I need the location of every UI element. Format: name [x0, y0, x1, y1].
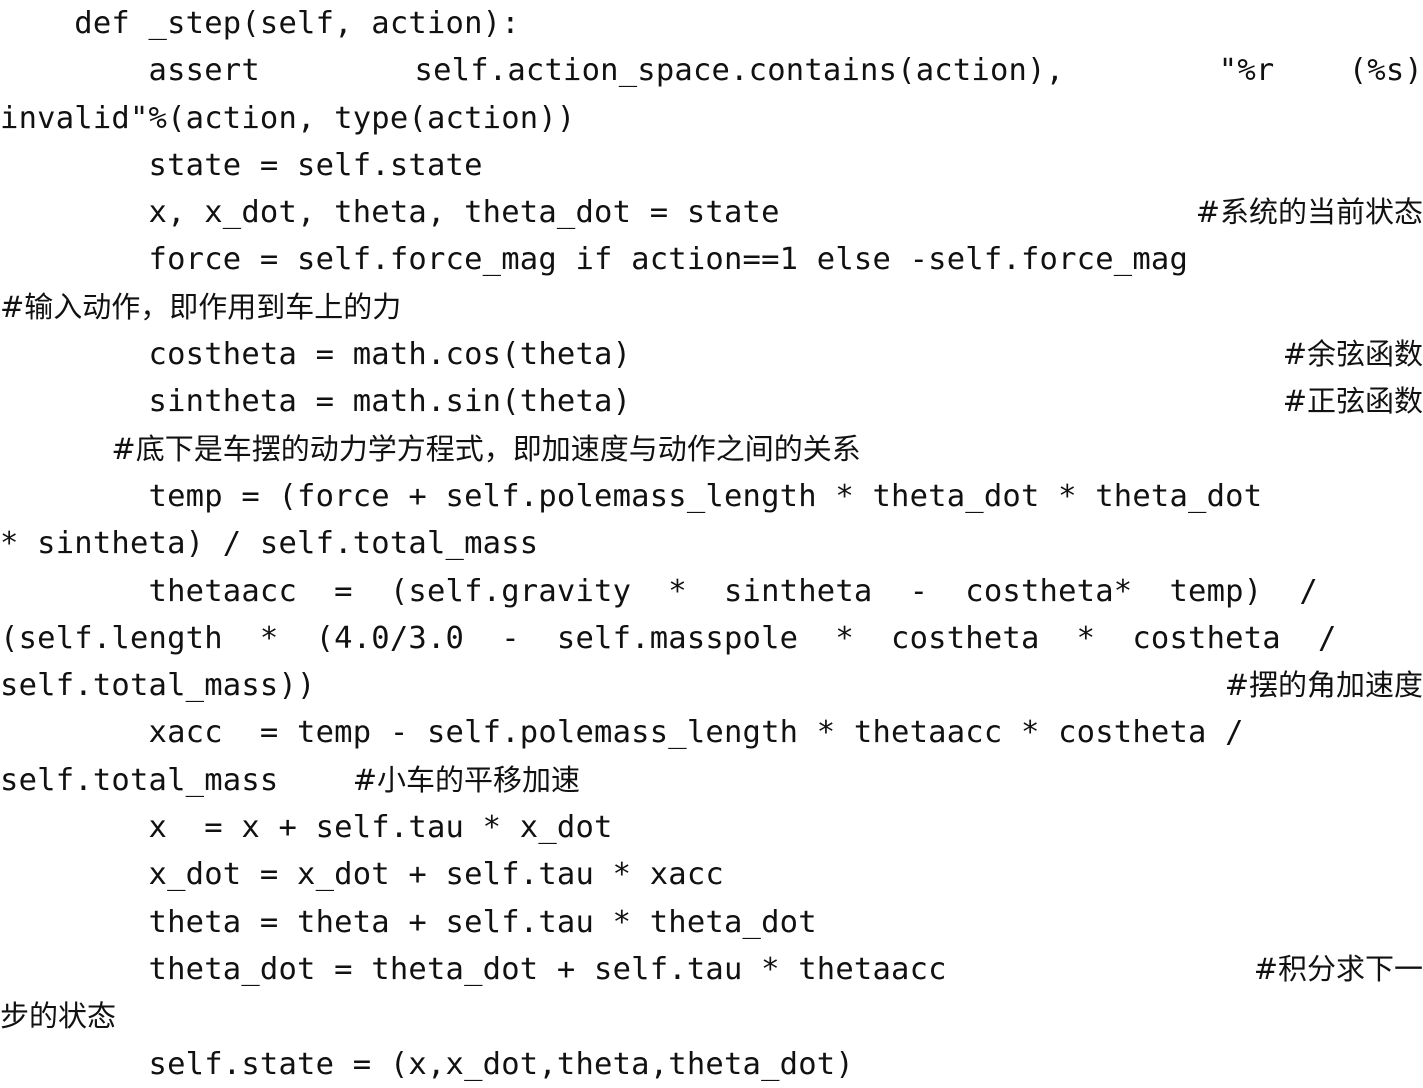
code-text: invalid"%(action, type(action)) [0, 100, 576, 136]
code-line: state = self.state [0, 142, 1423, 189]
code-comment: #正弦函数 [1282, 384, 1423, 419]
code-line: x, x_dot, theta, theta_dot = state #系统的当前… [0, 189, 1423, 236]
code-text: "%r (%s) [1218, 53, 1423, 89]
code-line: theta_dot = theta_dot + self.tau * theta… [0, 946, 1423, 993]
code-text: (self.length * (4.0/3.0 - self.masspole … [0, 620, 1337, 656]
code-line: #输入动作，即作用到车上的力 [0, 284, 1423, 331]
code-text: force = self.force_mag if action==1 else… [148, 242, 1189, 278]
code-line: def _step(self, action): [0, 0, 1423, 47]
code-text: self.total_mass)) [0, 668, 316, 704]
code-line: self.total_mass #小车的平移加速 [0, 757, 1423, 804]
code-text: state = self.state [148, 147, 483, 183]
code-text: * sintheta) / self.total_mass [0, 526, 539, 562]
code-text: def _step(self, action): [74, 6, 520, 41]
code-text: theta = theta + self.tau * theta_dot [148, 904, 817, 940]
code-text: self.state = (x,x_dot,theta,theta_dot) [148, 1046, 854, 1082]
code-comment: #系统的当前状态 [1195, 195, 1423, 230]
code-line: (self.length * (4.0/3.0 - self.masspole … [0, 615, 1423, 662]
code-line: x_dot = x_dot + self.tau * xacc [0, 851, 1423, 898]
code-comment: #小车的平移加速 [352, 762, 581, 797]
code-comment: 步的状态 [0, 999, 117, 1034]
code-line: 步的状态 [0, 993, 1423, 1040]
code-line: temp = (force + self.polemass_length * t… [0, 473, 1423, 520]
code-text: assert [148, 53, 260, 89]
code-text: theta_dot = theta_dot + self.tau * theta… [148, 951, 947, 987]
code-text: x_dot = x_dot + self.tau * xacc [148, 857, 724, 893]
code-line: assert self.action_space.contains(action)… [0, 47, 1423, 94]
code-text: sintheta = math.sin(theta) [148, 384, 632, 420]
code-line: costheta = math.cos(theta) #余弦函数 [0, 331, 1423, 378]
code-line: force = self.force_mag if action==1 else… [0, 236, 1423, 283]
code-comment: #积分求下一 [1253, 951, 1423, 986]
code-line: sintheta = math.sin(theta) #正弦函数 [0, 378, 1423, 425]
code-line: #底下是车摆的动力学方程式，即加速度与动作之间的关系 [0, 426, 1423, 473]
code-text: xacc = temp - self.polemass_length * the… [148, 715, 1244, 751]
code-line: invalid"%(action, type(action)) [0, 95, 1423, 142]
code-text: costheta = math.cos(theta) [148, 337, 632, 373]
code-line: xacc = temp - self.polemass_length * the… [0, 709, 1423, 756]
code-line: * sintheta) / self.total_mass [0, 520, 1423, 567]
code-text: x = x + self.tau * x_dot [148, 810, 613, 846]
code-comment: #余弦函数 [1282, 337, 1423, 372]
code-line: self.total_mass)) #摆的角加速度 [0, 662, 1423, 709]
code-text: self.total_mass [0, 762, 279, 798]
code-line: x = x + self.tau * x_dot [0, 804, 1423, 851]
code-line: self.state = (x,x_dot,theta,theta_dot) [0, 1041, 1423, 1088]
code-text: self.action_space.contains(action), [414, 53, 1065, 89]
code-comment: #输入动作，即作用到车上的力 [0, 289, 402, 324]
code-text: temp = (force + self.polemass_length * t… [148, 478, 1263, 514]
code-line: theta = theta + self.tau * theta_dot [0, 899, 1423, 946]
code-text: thetaacc = (self.gravity * sintheta - co… [148, 573, 1318, 609]
code-comment: #摆的角加速度 [1224, 668, 1423, 703]
code-text: x, x_dot, theta, theta_dot = state [148, 195, 780, 231]
code-comment: #底下是车摆的动力学方程式，即加速度与动作之间的关系 [111, 431, 861, 466]
code-line: thetaacc = (self.gravity * sintheta - co… [0, 568, 1423, 615]
code-listing: def _step(self, action): assert self.acti… [0, 0, 1423, 1082]
